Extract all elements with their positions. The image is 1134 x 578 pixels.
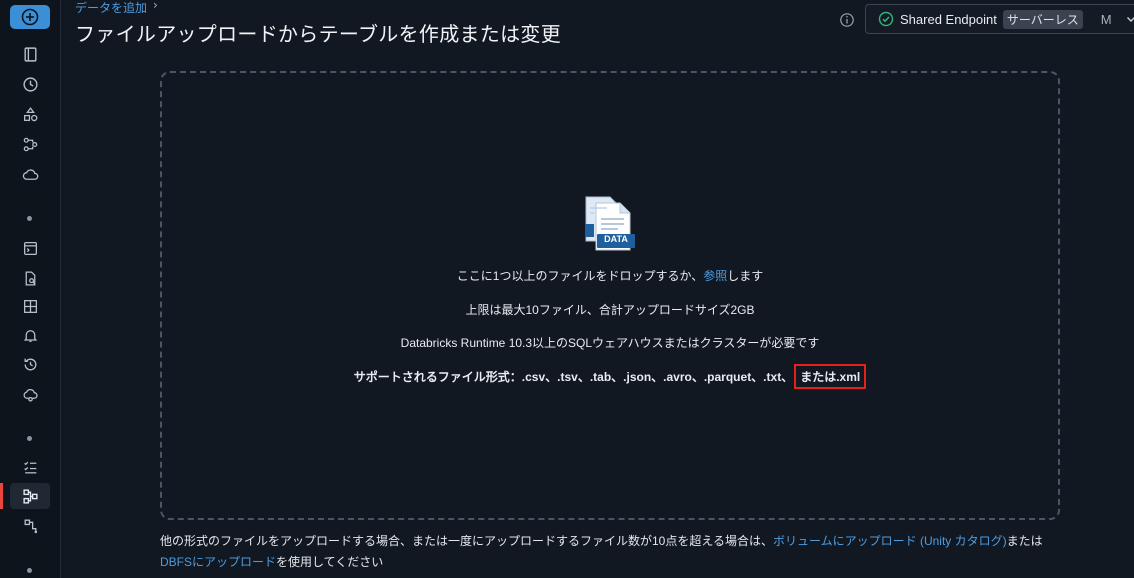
footer-text-2: または [1006, 534, 1043, 548]
footer-text-3: を使用してください [276, 555, 384, 569]
dbfs-upload-link[interactable]: DBFSにアップロード [160, 555, 276, 569]
data-file-icon [585, 196, 635, 251]
supported-formats-text: サポートされるファイル形式：.csv、.tsv、.tab、.json、.avro… [160, 364, 1060, 389]
clock-icon[interactable] [18, 72, 42, 96]
dashboard-icon[interactable] [18, 294, 42, 318]
footer-text-1: 他の形式のファイルをアップロードする場合、または一度にアップロードするファイル数… [160, 534, 773, 548]
drop-instruction: ここに1つ以上のファイルをドロップするか、参照します [160, 267, 1060, 284]
section-divider-dot [27, 436, 32, 441]
status-check-icon [878, 11, 894, 27]
volume-upload-link[interactable]: ボリュームにアップロード (Unity カタログ) [773, 534, 1007, 548]
drop-instruction-suffix: します [727, 269, 764, 283]
breadcrumb-separator: › [153, 0, 158, 12]
runtime-requirement-text: Databricks Runtime 10.3以上のSQLウェアハウスまたはクラ… [400, 336, 820, 350]
data-badge: DATA [604, 234, 628, 244]
drop-instruction-prefix: ここに1つ以上のファイルをドロップするか、 [456, 269, 704, 283]
cloud-icon[interactable] [18, 162, 42, 186]
sql-editor-icon[interactable] [18, 236, 42, 260]
cloud-data-icon[interactable] [18, 382, 42, 406]
breadcrumb-add-data[interactable]: データを追加 [75, 0, 147, 16]
page-title: ファイルアップロードからテーブルを作成または変更 [75, 22, 561, 46]
browse-link[interactable]: 参照 [703, 269, 727, 283]
section-divider-dot [27, 216, 32, 221]
query-icon[interactable] [18, 266, 42, 290]
history-icon[interactable] [18, 352, 42, 376]
xml-format-highlight: または.xml [794, 364, 867, 389]
active-indicator [0, 483, 3, 509]
new-icon [21, 8, 39, 26]
shapes-icon[interactable] [18, 102, 42, 126]
notebook-icon[interactable] [18, 42, 42, 66]
upload-limit-text: 上限は最大10ファイル、合計アップロードサイズ2GB [465, 303, 755, 317]
alert-icon[interactable] [18, 323, 42, 347]
info-icon[interactable] [839, 12, 855, 28]
footer-note: 他の形式のファイルをアップロードする場合、または一度にアップロードするファイル数… [160, 531, 1070, 573]
new-button[interactable] [10, 5, 50, 29]
endpoint-selector[interactable]: Shared Endpoint サーバーレス M [865, 4, 1134, 34]
endpoint-size: M [1100, 11, 1112, 27]
supported-formats-list: サポートされるファイル形式：.csv、.tsv、.tab、.json、.avro… [353, 370, 794, 384]
serverless-badge: サーバーレス [1002, 9, 1083, 29]
workflow-icon[interactable] [18, 132, 42, 156]
endpoint-name: Shared Endpoint [900, 11, 997, 27]
file-dropzone[interactable] [160, 71, 1060, 520]
chevron-down-icon [1126, 17, 1134, 22]
pipeline-icon[interactable] [10, 483, 50, 509]
section-divider-dot [27, 568, 32, 573]
left-sidebar [0, 0, 61, 578]
checklist-icon[interactable] [18, 455, 42, 479]
model-icon[interactable] [18, 513, 42, 537]
